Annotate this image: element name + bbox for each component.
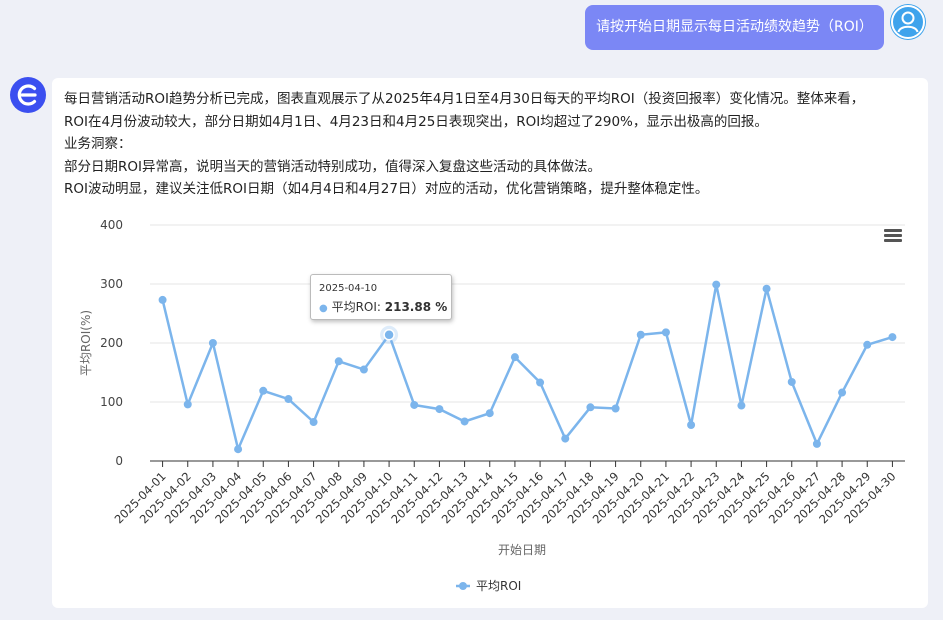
data-point[interactable] — [234, 445, 243, 454]
data-point[interactable] — [536, 378, 545, 387]
data-point[interactable] — [636, 330, 645, 339]
y-axis-title: 平均ROI(%) — [79, 310, 93, 376]
roi-line-chart: 0 100 200 300 400 2025-04-012025-04-022025-0… — [79, 218, 905, 593]
data-point[interactable] — [460, 417, 469, 426]
y-tick-label: 0 — [115, 454, 123, 468]
data-point[interactable] — [787, 377, 796, 386]
data-point[interactable] — [863, 340, 872, 349]
data-point[interactable] — [359, 365, 368, 374]
y-tick-label: 100 — [100, 395, 123, 409]
y-tick-label: 200 — [100, 336, 123, 350]
y-axis-ticks: 0 100 200 300 400 — [100, 218, 123, 468]
legend-label[interactable]: 平均ROI — [476, 579, 521, 593]
bot-message-text: 每日营销活动ROI趋势分析已完成，图表直观展示了从2025年4月1日至4月30日… — [64, 88, 914, 201]
chart-grid — [150, 224, 905, 403]
tooltip-series-dot: ● — [319, 303, 328, 314]
legend-item[interactable]: 平均ROI — [456, 579, 521, 593]
message-line: 部分日期ROI异常高，说明当天的营销活动特别成功，值得深入复盘这些活动的具体做法… — [64, 158, 601, 175]
message-line: 每日营销活动ROI趋势分析已完成，图表直观展示了从2025年4月1日至4月30日… — [64, 91, 865, 107]
message-line: ROI波动明显，建议关注低ROI日期（如4月4日和4月27日）对应的活动，优化营… — [64, 181, 709, 197]
user-message-bubble: 请按开始日期显示每日活动绩效趋势（ROI） — [585, 5, 884, 50]
data-point[interactable] — [611, 404, 620, 413]
data-point[interactable] — [309, 418, 318, 427]
message-line: ROI在4月份波动较大，部分日期如4月1日、4月23日和4月25日表现突出，RO… — [64, 113, 768, 130]
data-point[interactable] — [284, 395, 293, 404]
data-point[interactable] — [737, 401, 746, 410]
series-line — [161, 284, 893, 454]
tooltip-series-label: 平均ROI: — [331, 300, 385, 314]
hamburger-menu-icon[interactable] — [884, 229, 902, 243]
data-point[interactable] — [661, 328, 670, 337]
data-point[interactable] — [435, 405, 444, 414]
data-point[interactable] — [208, 339, 217, 347]
tooltip-date: 2025-04-10 — [319, 283, 378, 294]
data-point[interactable] — [712, 280, 721, 289]
data-point[interactable] — [687, 421, 696, 430]
x-axis-ticks: 2025-04-012025-04-022025-04-032025-04-04… — [112, 461, 899, 526]
user-avatar-icon[interactable] — [890, 4, 926, 40]
data-point[interactable] — [183, 400, 192, 409]
data-point[interactable] — [510, 353, 519, 362]
data-point[interactable] — [762, 284, 771, 293]
legend-symbol-dot — [459, 582, 467, 590]
tooltip-line: ● 平均ROI: 213.88 % — [319, 298, 447, 315]
e-logo-icon — [10, 77, 46, 113]
data-point[interactable] — [586, 403, 595, 412]
data-point[interactable] — [888, 333, 897, 342]
chart-tooltip: 2025-04-10 ● 平均ROI: 213.88 % — [310, 274, 452, 320]
data-point[interactable] — [334, 357, 343, 366]
data-point[interactable] — [259, 386, 268, 395]
x-axis-title: 开始日期 — [498, 543, 546, 557]
data-point[interactable] — [812, 439, 821, 448]
y-tick-label: 400 — [100, 218, 123, 232]
data-point[interactable] — [410, 400, 419, 409]
message-line: 业务洞察： — [64, 136, 132, 152]
data-point[interactable] — [838, 388, 847, 397]
tooltip-value: 213.88 % — [384, 300, 448, 314]
y-tick-label: 300 — [100, 277, 123, 291]
data-point[interactable] — [485, 409, 494, 418]
data-point[interactable] — [383, 329, 395, 341]
data-point[interactable] — [158, 295, 167, 304]
data-point[interactable] — [561, 434, 570, 443]
series-points — [158, 280, 897, 454]
